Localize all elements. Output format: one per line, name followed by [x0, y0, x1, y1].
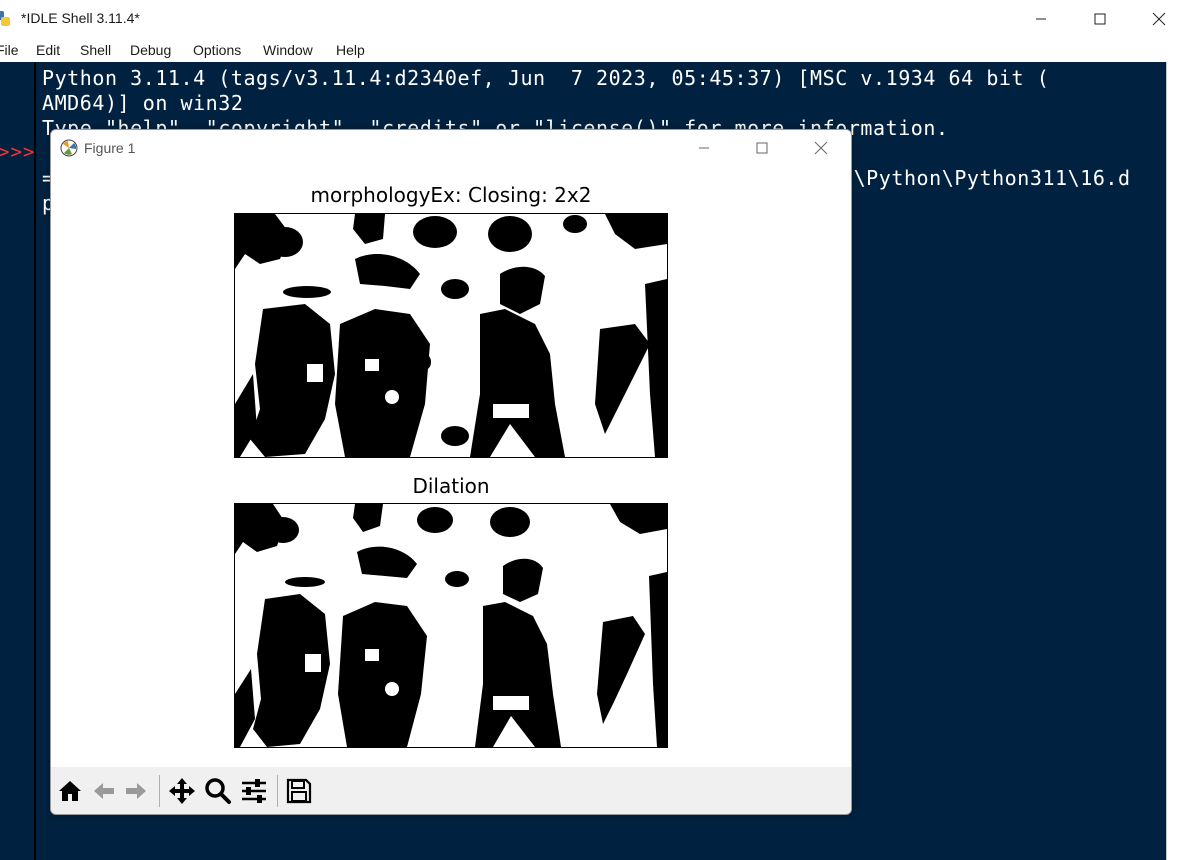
close-icon: [1152, 12, 1166, 26]
menu-help[interactable]: Help: [336, 42, 365, 58]
shell-prompt: >>>: [0, 141, 36, 163]
shell-line: Python 3.11.4 (tags/v3.11.4:d2340ef, Jun…: [42, 66, 1050, 90]
pan-icon: [169, 778, 195, 804]
scrollbar[interactable]: [1166, 62, 1178, 860]
figure-title: Figure 1: [84, 140, 136, 156]
window-title: *IDLE Shell 3.11.4*: [21, 10, 140, 26]
line-gutter: [0, 62, 34, 860]
home-icon: [59, 781, 81, 801]
forward-icon: [126, 783, 146, 799]
minimize-icon: [1036, 18, 1046, 20]
forward-button[interactable]: [121, 776, 151, 806]
toolbar-separator: [159, 775, 160, 807]
image-dilation: [234, 503, 668, 748]
figure-toolbar: [51, 767, 851, 814]
save-icon: [286, 778, 312, 804]
menu-options[interactable]: Options: [193, 42, 241, 58]
figure-window: Figure 1 morphologyEx: Closing: 2x2 Dila…: [50, 129, 852, 815]
menu-shell[interactable]: Shell: [80, 42, 111, 58]
zoom-icon: [205, 778, 231, 804]
image-closing: [234, 213, 668, 458]
maximize-icon: [756, 142, 768, 154]
save-button[interactable]: [284, 776, 314, 806]
menu-bar: File Edit Shell Debug Options Window Hel…: [0, 38, 1178, 62]
close-icon: [814, 141, 828, 155]
matplotlib-icon: [60, 139, 78, 157]
figure-titlebar: Figure 1: [51, 130, 851, 166]
figure-maximize-button[interactable]: [733, 130, 791, 166]
menu-debug[interactable]: Debug: [130, 42, 171, 58]
figure-close-button[interactable]: [792, 130, 850, 166]
toolbar-separator: [277, 775, 278, 807]
back-icon: [94, 783, 114, 799]
zoom-button[interactable]: [203, 776, 233, 806]
menu-file[interactable]: File: [0, 42, 19, 58]
back-button[interactable]: [89, 776, 119, 806]
shell-line: AMD64)] on win32: [42, 91, 244, 115]
python-icon: [0, 11, 10, 26]
maximize-button[interactable]: [1071, 0, 1129, 38]
dilation-image: [235, 504, 667, 747]
home-button[interactable]: [55, 776, 85, 806]
plot-title-dilation: Dilation: [412, 474, 490, 498]
minimize-button[interactable]: [1012, 0, 1070, 38]
menu-edit[interactable]: Edit: [36, 42, 60, 58]
maximize-icon: [1094, 13, 1106, 25]
idle-titlebar: *IDLE Shell 3.11.4*: [0, 0, 1178, 38]
menu-window[interactable]: Window: [263, 42, 313, 58]
pan-button[interactable]: [167, 776, 197, 806]
close-button[interactable]: [1130, 0, 1178, 38]
configure-subplots-icon: [242, 779, 266, 803]
minimize-icon: [699, 147, 709, 149]
plot-title-closing: morphologyEx: Closing: 2x2: [310, 183, 592, 207]
configure-subplots-button[interactable]: [239, 776, 269, 806]
shell-line-partial: s\Python\Python311\16.d: [841, 166, 1131, 190]
figure-minimize-button[interactable]: [675, 130, 733, 166]
closing-image: [235, 214, 667, 457]
